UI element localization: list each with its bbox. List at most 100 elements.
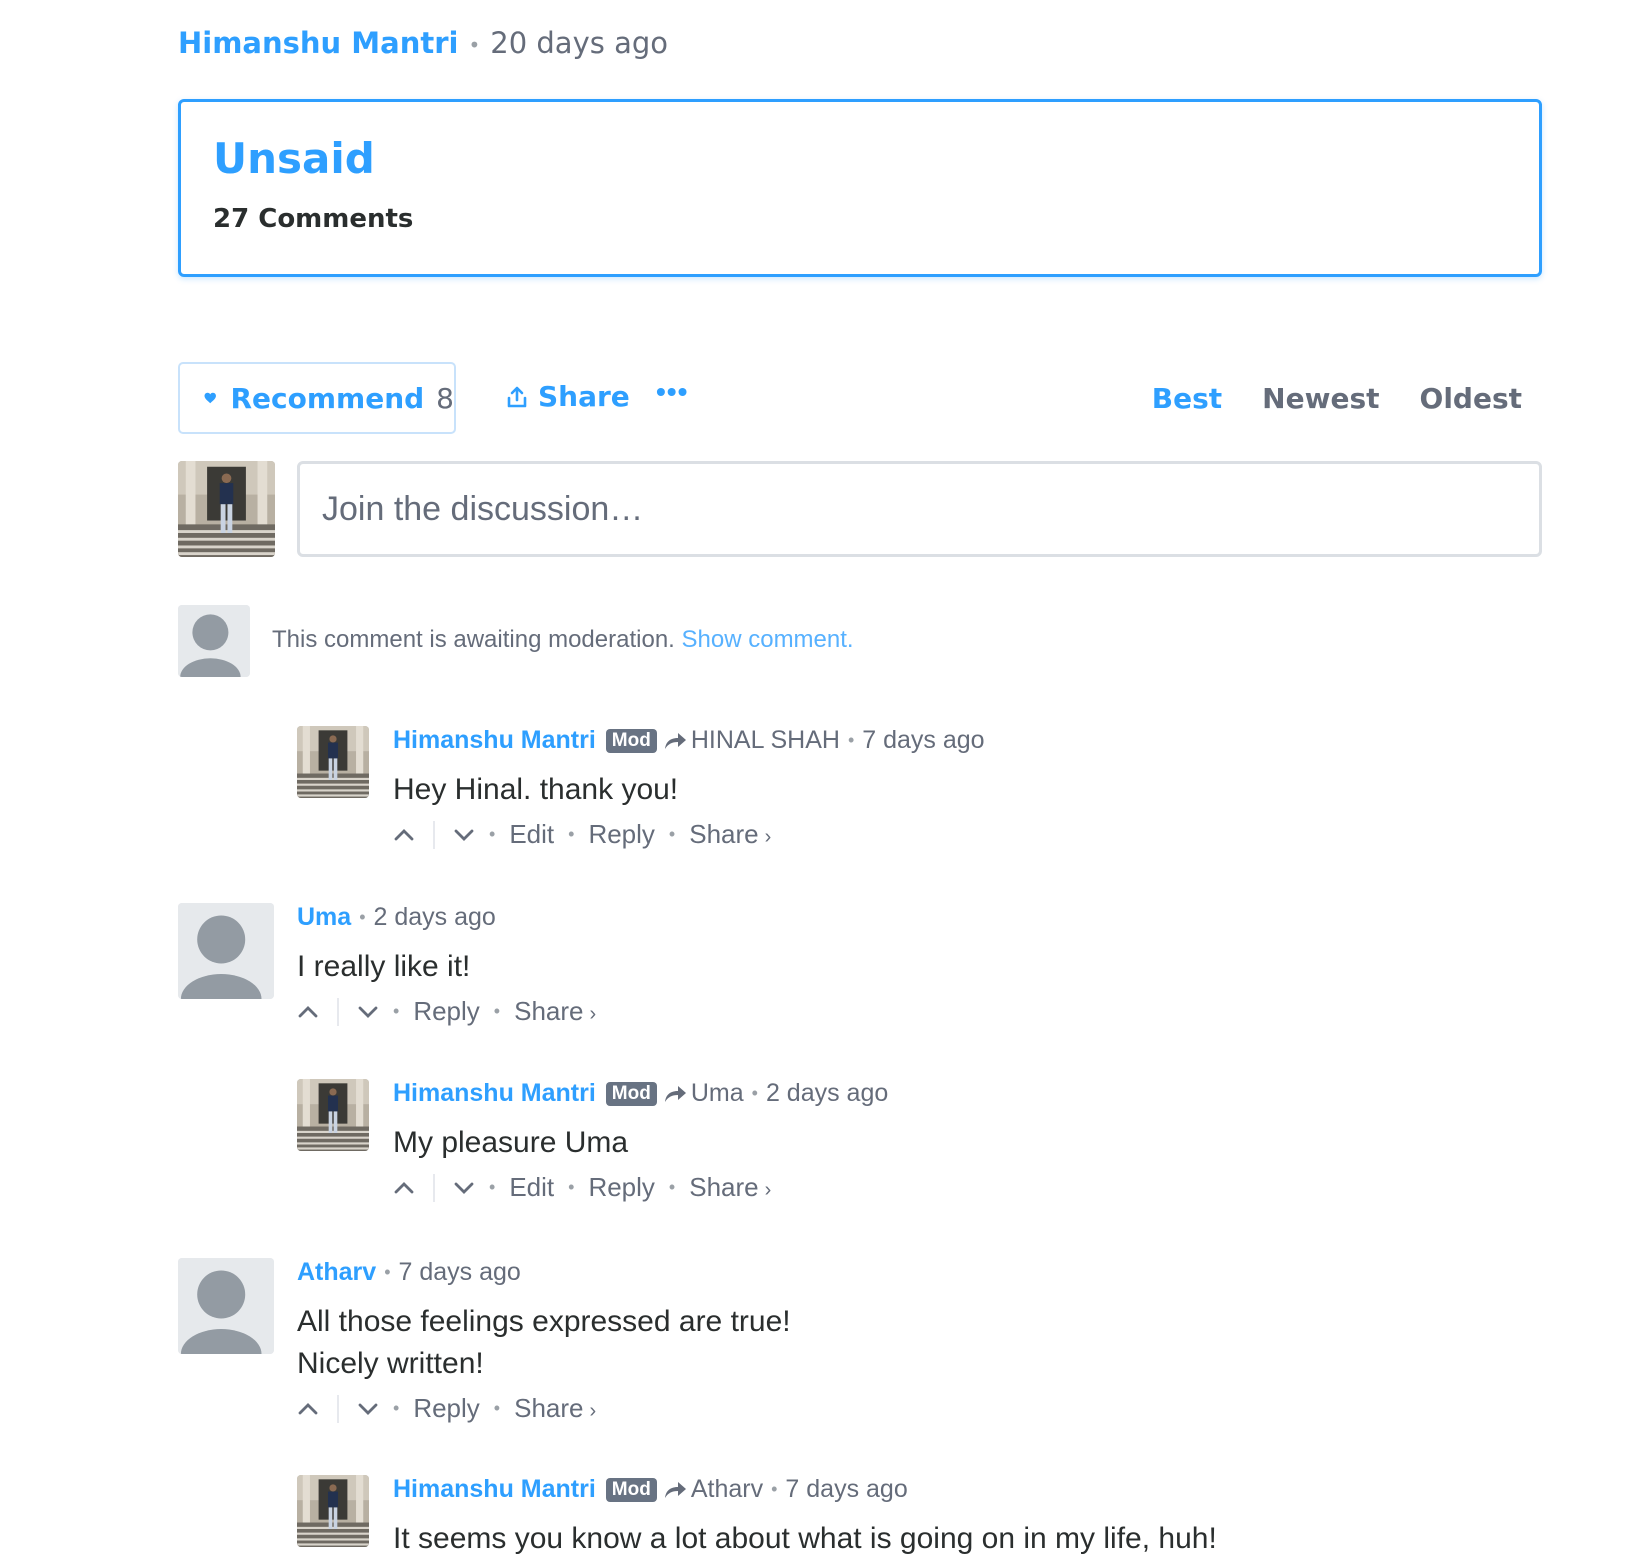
comment-author[interactable]: Himanshu Mantri: [393, 1475, 596, 1504]
byline-time[interactable]: 20 days ago: [490, 26, 668, 60]
reply-arrow-icon: [664, 1085, 686, 1102]
upvote-button[interactable]: [297, 1402, 319, 1416]
mod-badge: Mod: [605, 728, 657, 753]
comment-author[interactable]: Uma: [297, 903, 351, 932]
header-separator: •: [847, 730, 855, 750]
comment-body: All those feelings expressed are true! N…: [297, 1301, 791, 1385]
action-separator: •: [489, 1177, 496, 1197]
share-comment-label: Share: [689, 819, 759, 849]
share-comment-label: Share: [514, 1393, 584, 1423]
thread-header: Unsaid 27 Comments: [178, 99, 1542, 277]
chevron-right-icon: ›: [764, 826, 772, 848]
comment-time[interactable]: 7 days ago: [785, 1475, 907, 1504]
chevron-down-icon: [358, 1006, 378, 1018]
comment-body: It seems you know a lot about what is go…: [393, 1522, 1217, 1555]
vote-divider: [433, 1173, 435, 1202]
thread-title[interactable]: Unsaid: [213, 134, 375, 183]
action-separator: •: [568, 1177, 575, 1197]
downvote-button[interactable]: [453, 828, 475, 842]
reply-arrow-icon: [664, 732, 686, 749]
comment-item: Himanshu Mantri Mod Atharv • 7 days ago …: [393, 1475, 1217, 1560]
comment-actions: • Edit • Reply • Share ›: [393, 819, 985, 850]
sort-tabs: Best Newest Oldest: [1152, 382, 1522, 415]
tab-oldest[interactable]: Oldest: [1420, 382, 1522, 415]
tab-newest[interactable]: Newest: [1262, 382, 1379, 415]
header-separator: •: [751, 1083, 758, 1103]
comment-item: Uma • 2 days ago I really like it! • Rep…: [297, 903, 596, 1027]
chevron-right-icon: ›: [764, 1179, 772, 1201]
share-comment-label: Share: [514, 996, 584, 1026]
comment-body: Hey Hinal. thank you!: [393, 773, 679, 806]
share-button[interactable]: Share: [506, 380, 630, 413]
reply-button[interactable]: Reply: [588, 1172, 654, 1203]
mod-badge: Mod: [605, 1477, 657, 1502]
comment-time[interactable]: 2 days ago: [374, 903, 496, 932]
reply-button[interactable]: Reply: [588, 819, 654, 850]
upvote-button[interactable]: [393, 828, 415, 842]
edit-button[interactable]: Edit: [509, 1172, 554, 1203]
comment-time[interactable]: 2 days ago: [766, 1079, 888, 1108]
share-label: Share: [538, 380, 630, 413]
comment-header: Himanshu Mantri Mod HINAL SHAH • 7 days …: [393, 726, 985, 755]
recommend-count: 8: [436, 381, 454, 415]
recommend-button[interactable]: Recommend 8: [178, 362, 456, 434]
comment-header: Uma • 2 days ago: [297, 903, 596, 932]
vote-divider: [337, 997, 339, 1026]
comment-author[interactable]: Himanshu Mantri: [393, 726, 596, 755]
heart-icon: [204, 392, 216, 404]
more-options-button[interactable]: •••: [656, 376, 688, 408]
current-user-avatar[interactable]: [178, 461, 275, 557]
tab-best[interactable]: Best: [1152, 382, 1222, 415]
mod-badge: Mod: [605, 1081, 657, 1106]
action-separator: •: [668, 1177, 676, 1197]
byline-author[interactable]: Himanshu Mantri: [178, 26, 458, 60]
discussion-toolbar: Recommend 8 Share ••• Best Newest Oldest: [178, 362, 1542, 434]
action-separator: •: [493, 1001, 501, 1021]
comment-avatar[interactable]: [178, 1258, 274, 1354]
parent-author[interactable]: Uma: [691, 1079, 744, 1108]
action-separator: •: [393, 1001, 400, 1021]
comment-avatar[interactable]: [297, 1079, 369, 1151]
chevron-up-icon: [298, 1402, 318, 1414]
show-comment-link[interactable]: Show comment.: [682, 626, 854, 653]
action-separator: •: [668, 824, 676, 844]
comment-avatar[interactable]: [178, 903, 274, 999]
share-comment-button[interactable]: Share ›: [514, 1393, 596, 1424]
comment-actions: • Edit • Reply • Share ›: [393, 1172, 888, 1203]
upvote-button[interactable]: [297, 1005, 319, 1019]
downvote-button[interactable]: [357, 1402, 379, 1416]
chevron-down-icon: [454, 1182, 474, 1194]
edit-button[interactable]: Edit: [509, 819, 554, 850]
share-comment-button[interactable]: Share ›: [689, 1172, 771, 1203]
comment-time[interactable]: 7 days ago: [399, 1258, 521, 1287]
reply-button[interactable]: Reply: [413, 1393, 479, 1424]
chevron-up-icon: [394, 828, 414, 840]
pending-comment-avatar: [178, 605, 250, 677]
comment-actions: • Reply • Share ›: [297, 1393, 791, 1424]
parent-author[interactable]: HINAL SHAH: [691, 726, 840, 755]
upvote-button[interactable]: [393, 1181, 415, 1195]
share-comment-button[interactable]: Share ›: [689, 819, 771, 850]
byline-separator: •: [468, 33, 481, 57]
header-separator: •: [359, 907, 366, 927]
comment-avatar[interactable]: [297, 726, 369, 798]
comment-item: Himanshu Mantri Mod Uma • 2 days ago My …: [393, 1079, 888, 1203]
downvote-button[interactable]: [453, 1181, 475, 1195]
reply-button[interactable]: Reply: [413, 996, 479, 1027]
comment-item: Atharv • 7 days ago All those feelings e…: [297, 1258, 791, 1424]
comment-item: Himanshu Mantri Mod HINAL SHAH • 7 days …: [393, 726, 985, 850]
comment-header: Himanshu Mantri Mod Uma • 2 days ago: [393, 1079, 888, 1108]
comment-time[interactable]: 7 days ago: [862, 726, 984, 755]
share-comment-button[interactable]: Share ›: [514, 996, 596, 1027]
chevron-down-icon: [454, 829, 474, 841]
comment-avatar[interactable]: [297, 1475, 369, 1547]
downvote-button[interactable]: [357, 1005, 379, 1019]
parent-author[interactable]: Atharv: [691, 1475, 763, 1504]
comment-body: I really like it!: [297, 950, 471, 983]
comment-actions: • Reply • Share ›: [297, 996, 596, 1027]
comment-author[interactable]: Atharv: [297, 1258, 376, 1287]
comment-composer-input[interactable]: [297, 461, 1542, 557]
comment-author[interactable]: Himanshu Mantri: [393, 1079, 596, 1108]
chevron-down-icon: [358, 1403, 378, 1415]
header-separator: •: [384, 1262, 391, 1282]
